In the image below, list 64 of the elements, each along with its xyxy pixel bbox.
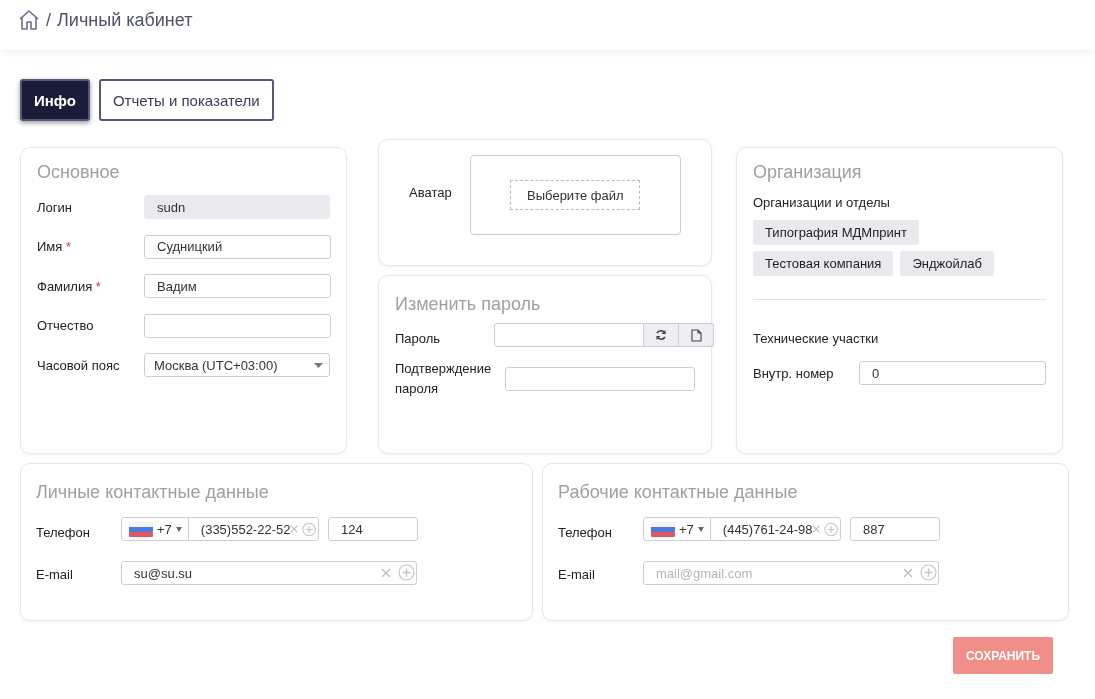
password-confirm-field[interactable] [505, 367, 695, 391]
field-label: Подтверждение пароля [395, 360, 493, 398]
breadcrumb-separator: / [46, 9, 51, 31]
input-field[interactable]: Судницкий [144, 234, 331, 259]
extension-field[interactable]: 887 [850, 517, 940, 541]
card-title: Рабочие контактные данные [558, 482, 799, 503]
tab[interactable]: Отчеты и показатели [98, 79, 274, 121]
timezone-select[interactable]: Москва (UTC+03:00) [144, 353, 330, 377]
field-label: Аватар [409, 185, 452, 202]
card-title: Изменить пароль [395, 294, 542, 315]
password-field[interactable] [494, 323, 644, 347]
email-field[interactable]: mail@gmail.com [643, 561, 939, 585]
field-label: Телефон [558, 524, 613, 540]
section-label: Организации и отделы [753, 195, 891, 210]
card-title: Личные контактные данные [36, 482, 270, 503]
caret-icon [697, 526, 704, 532]
field-label: Фамилия * [37, 278, 102, 294]
country-code: +7 [679, 521, 694, 537]
field-label: Пароль [395, 331, 442, 346]
input-field[interactable] [144, 313, 331, 338]
add-icon[interactable] [823, 520, 838, 538]
country-code: +7 [157, 521, 172, 537]
field-label: Часовой пояс [37, 357, 121, 373]
organization-tag: Тестовая компания [753, 251, 894, 276]
caret-icon [175, 526, 182, 532]
add-icon[interactable] [301, 520, 316, 538]
login-field: sudn [144, 195, 330, 219]
phone-number: (445)761-24-98 [722, 521, 813, 537]
card-title: Основное [37, 162, 121, 183]
section-label: Технические участки [753, 331, 880, 346]
input-field[interactable]: Вадим [144, 274, 331, 298]
email-field[interactable]: su@su.su [121, 561, 417, 585]
choose-file-button[interactable]: Выберите файл [510, 180, 641, 210]
input-field[interactable]: 0 [859, 361, 1046, 385]
field-label: E-mail [558, 566, 596, 582]
file-drop-area[interactable]: Выберите файл [469, 155, 681, 235]
phone-field[interactable]: +7 (335)552-22-52 [121, 517, 319, 541]
field-label: Имя * [37, 239, 72, 254]
refresh-button[interactable] [644, 323, 679, 347]
card-title: Организация [753, 162, 863, 183]
extension-field[interactable]: 124 [328, 517, 418, 541]
field-label: E-mail [36, 566, 74, 582]
organization-tag: Энджойлаб [900, 251, 994, 276]
clear-icon[interactable] [812, 524, 821, 534]
field-label: Телефон [36, 524, 91, 540]
clear-icon[interactable] [290, 524, 299, 534]
flag-icon [651, 521, 675, 537]
refresh-icon [655, 329, 667, 341]
tab[interactable]: Инфо [20, 79, 90, 121]
breadcrumb-title: Личный кабинет [57, 9, 193, 31]
add-icon[interactable] [398, 564, 415, 581]
field-label: Внутр. номер [753, 365, 835, 381]
file-icon [690, 328, 702, 342]
clear-icon[interactable] [381, 568, 391, 578]
add-icon[interactable] [920, 564, 937, 581]
flag-icon [129, 521, 153, 537]
field-label: Отчество [37, 318, 95, 333]
clear-icon[interactable] [903, 568, 913, 578]
field-label: Логин [37, 199, 73, 215]
organization-tag: Типография МДМпринт [753, 220, 919, 245]
dropdown-caret-icon [314, 362, 323, 368]
home-icon[interactable] [18, 9, 40, 31]
phone-number: (335)552-22-52 [200, 521, 291, 537]
phone-field[interactable]: +7 (445)761-24-98 [643, 517, 841, 541]
